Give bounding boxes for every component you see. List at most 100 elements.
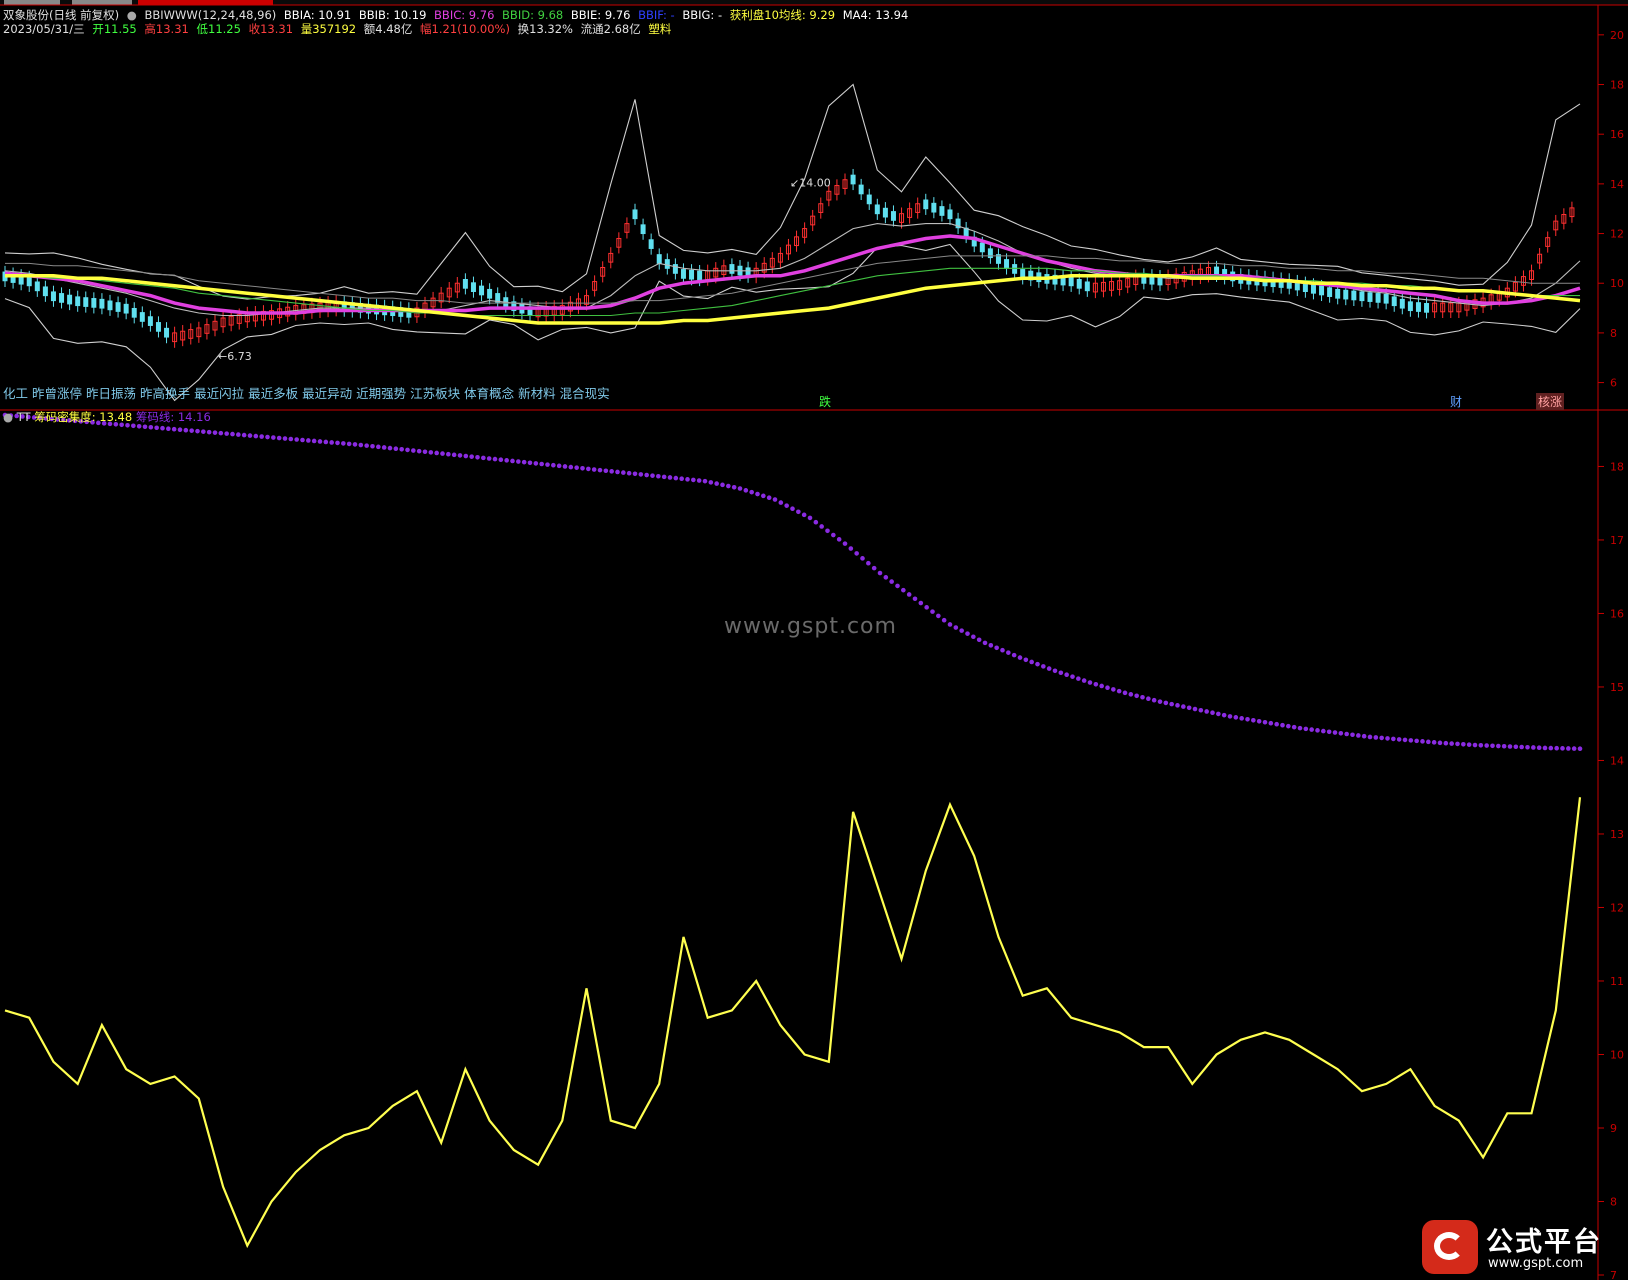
concept-tag[interactable]: 江苏板块 (410, 386, 460, 401)
chip-line-dot (656, 473, 661, 479)
candle-body (1399, 298, 1405, 309)
stock-name: 双象股份(日线 前复权) (3, 8, 120, 22)
quote-amount: 额4.48亿 (363, 22, 413, 36)
concept-tag[interactable]: 近期强势 (356, 386, 406, 401)
price-axis-label: 14 (1610, 178, 1624, 191)
candle-body (147, 316, 153, 326)
concept-tag[interactable]: 昨曾涨停 (32, 386, 82, 401)
chip-line-dot (1163, 700, 1169, 706)
concept-tag[interactable]: 昨日振荡 (86, 386, 136, 401)
candle-body (680, 269, 686, 279)
chip-line-dot (836, 537, 842, 542)
chip-line-dot (1070, 674, 1075, 679)
chip-line-dot (708, 480, 714, 485)
chip-line-dot (1402, 737, 1408, 743)
chip-line-dot (1431, 740, 1437, 745)
chip-line-dot (393, 446, 399, 451)
density-label: 筹码密集度: 13.48 (34, 410, 133, 424)
chip-line-dot (370, 443, 375, 449)
chip-line-dot (1315, 728, 1320, 733)
concept-tag[interactable]: 最近多板 (248, 386, 298, 401)
chip-line-dot (702, 478, 708, 484)
concept-tag[interactable]: 昨高换手 (140, 386, 190, 401)
chip-line-dot (1303, 726, 1309, 732)
chip-line-dot (749, 489, 754, 495)
chip-line-dot (1449, 741, 1454, 746)
chip-line-dot (574, 465, 579, 470)
chip-line-dot (1350, 732, 1355, 738)
finance-marker: 财 (1450, 395, 1463, 409)
chip-line-dot (1192, 706, 1198, 712)
candle-body (697, 270, 703, 281)
chip-line-dot (1408, 738, 1414, 743)
chip-line-dot (1221, 712, 1227, 718)
chip-line-dot (854, 551, 859, 556)
bbie-value: BBIE: 9.76 (570, 8, 631, 22)
chip-line-dot (498, 457, 504, 463)
chip-line-dot (877, 570, 883, 576)
chip-line-dot (166, 426, 171, 432)
chip-line-dot (988, 643, 994, 648)
chip-line-dot (1396, 737, 1402, 742)
price-pane: 20 18 16 14 12 10 8 6 ↙14.00 ←6.73 (2, 29, 1624, 402)
chip-line-dot (772, 497, 778, 502)
bbig-value: BBIG: - (682, 8, 723, 22)
chip-line-dot (1140, 694, 1145, 700)
candle-body (939, 206, 945, 216)
chip-line-dot (1560, 746, 1565, 751)
chip-line-dot (883, 575, 889, 580)
chip-line-dot (860, 556, 865, 561)
chip-line-dot (1046, 666, 1052, 671)
candle-body (923, 199, 929, 210)
candle-body (1407, 301, 1413, 312)
profit-line-value: 获利盘10均线: 9.29 (729, 8, 836, 22)
chip-line-dot (288, 436, 294, 442)
chip-line-dot (918, 600, 924, 606)
candle-body (1327, 287, 1333, 297)
chip-line-dot (556, 463, 562, 469)
chip-line-dot (1490, 743, 1495, 749)
density-line (4, 797, 1582, 1249)
concept-tag[interactable]: 新材料 (518, 386, 556, 401)
chip-line-dot (831, 532, 836, 538)
chip-line-dot (1186, 705, 1192, 711)
chip-line-dot (1023, 657, 1029, 663)
indicator-axis-label: 8 (1610, 1195, 1617, 1208)
chip-line-dot (282, 436, 288, 441)
chip-line-dot (236, 432, 241, 437)
chip-line-dot (1087, 680, 1093, 685)
chip-line-dot (428, 450, 434, 455)
chip-line-label: 筹码线: 14.16 (135, 410, 211, 424)
chip-line-dot (1455, 741, 1460, 747)
chip-line-dot (626, 470, 632, 476)
chip-line-dot (1309, 727, 1314, 732)
chip-line-dot (889, 579, 894, 584)
chip-line-dot (562, 464, 568, 469)
indicator-axis-label: 12 (1610, 901, 1624, 914)
concept-tag[interactable]: 最近异动 (302, 386, 352, 401)
chip-line-dot (1081, 678, 1087, 683)
chip-line-dot (195, 428, 200, 434)
chip-line-dot (381, 445, 387, 450)
chip-line-dot (720, 482, 725, 488)
concept-tag[interactable]: 混合现实 (560, 386, 610, 401)
chip-line-dot (154, 425, 159, 431)
concept-tag[interactable]: 最近闪拉 (194, 386, 244, 401)
chip-line-dot (224, 431, 229, 436)
chip-line-dot (1484, 743, 1489, 748)
chip-line-dot (1157, 699, 1163, 704)
indicator-axis-label: 16 (1610, 607, 1624, 620)
chip-line-dot (241, 432, 247, 438)
gear-icon[interactable]: ● (127, 8, 137, 22)
candle-body (107, 300, 113, 311)
chip-line-dot (813, 519, 819, 525)
chip-line-dot (1577, 746, 1583, 752)
settings-icon[interactable]: ● (3, 410, 13, 424)
concept-tag[interactable]: 体育概念 (464, 386, 514, 401)
chip-line-dot (1256, 718, 1262, 724)
chip-line-dot (1507, 744, 1513, 749)
chip-line-dot (177, 427, 183, 433)
concept-tag[interactable]: 化工 (3, 386, 28, 401)
indicator-axis-label: 13 (1610, 828, 1624, 841)
chip-line-dot (743, 488, 749, 493)
